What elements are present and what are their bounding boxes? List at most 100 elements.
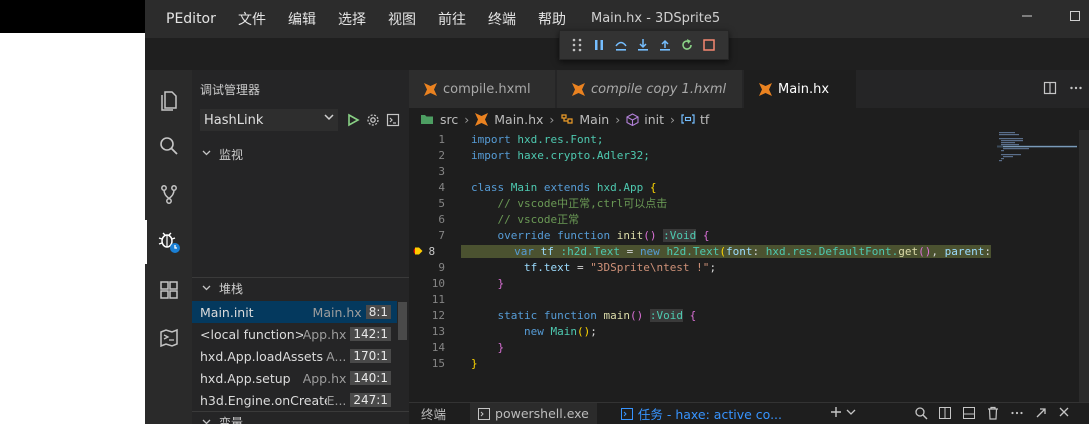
close-icon[interactable] [1058, 406, 1070, 423]
run-debug-icon[interactable] [145, 222, 192, 262]
breadcrumb-item[interactable]: Main [579, 112, 609, 127]
code-line: 12 static function main() :Void { [409, 307, 991, 323]
menu-file[interactable]: 文件 [238, 9, 266, 29]
settings-button[interactable] [363, 111, 383, 129]
line-number: 14 [431, 340, 445, 354]
step-over-button[interactable] [610, 34, 632, 56]
chevron-down-icon[interactable] [846, 406, 856, 423]
stack-frame-file: A... [326, 348, 347, 364]
split-editor-icon[interactable] [1043, 81, 1057, 99]
sidebar-title: 调试管理器 [200, 83, 261, 97]
app-name: PEditor [166, 11, 216, 27]
more-actions-icon[interactable] [1069, 81, 1083, 99]
variables-section-header[interactable]: 变量 [192, 411, 409, 424]
stack-frame-position: 140:1 [350, 371, 391, 385]
stack-section-label: 堆栈 [219, 282, 244, 296]
code-editor[interactable]: 1 import hxd.res.Font; 2 import haxe.cry… [409, 130, 1089, 402]
split-terminal-icon[interactable] [938, 406, 952, 423]
breadcrumb-item[interactable]: Main.hx [494, 112, 543, 127]
stack-frame[interactable]: hxd.App.loadAssets A... 170:1 [192, 345, 397, 367]
breadcrumb-item[interactable]: tf [700, 112, 709, 127]
menu-edit[interactable]: 编辑 [288, 9, 316, 29]
stack-scrollbar[interactable] [398, 302, 407, 340]
search-icon[interactable] [145, 126, 192, 166]
stack-frame-file: Main.hx [312, 304, 362, 320]
restart-button[interactable] [676, 34, 698, 56]
tab-label: compile.hxml [443, 81, 531, 97]
minimize-button[interactable] [1021, 10, 1033, 26]
extensions-icon[interactable] [145, 270, 192, 310]
explorer-icon[interactable] [145, 80, 192, 120]
menu-go[interactable]: 前往 [438, 9, 466, 29]
code-line: 14 } [409, 339, 991, 355]
watch-section-header[interactable]: 监视 [192, 143, 409, 165]
code-line: 3 [409, 163, 991, 179]
chevron-down-icon [202, 148, 211, 160]
start-debugging-button[interactable] [343, 111, 363, 129]
window-title: Main.hx - 3DSprite5 [591, 11, 721, 26]
stack-section-header[interactable]: 堆栈 [192, 277, 409, 299]
tab-actions [1043, 81, 1083, 99]
line-number: 4 [438, 180, 445, 194]
menu-help[interactable]: 帮助 [538, 9, 566, 29]
line-number: 11 [431, 292, 445, 306]
code-line: 15 } [409, 355, 991, 371]
source-control-icon[interactable] [145, 174, 192, 214]
editor-vertical-scrollbar[interactable] [1079, 130, 1089, 402]
tab-main-hx[interactable]: Main.hx [744, 70, 857, 108]
line-number: 13 [431, 324, 445, 338]
search-icon[interactable] [914, 406, 928, 423]
stack-frame[interactable]: Main.init Main.hx 8:1 [192, 301, 397, 323]
maximize-button[interactable] [1069, 10, 1081, 26]
map-icon[interactable] [145, 318, 192, 358]
tab-compile-copy-hxml[interactable]: compile copy 1.hxml [557, 70, 743, 108]
tab-label: Main.hx [778, 81, 830, 97]
line-number: 15 [431, 356, 445, 370]
code-line: 4 class Main extends hxd.App { [409, 179, 991, 195]
breadcrumb-item[interactable]: init [644, 112, 664, 127]
drag-handle-icon[interactable] [566, 34, 588, 56]
trash-icon[interactable] [986, 406, 1000, 423]
add-terminal-icon[interactable] [830, 406, 842, 423]
chevron-right-icon: › [670, 111, 676, 127]
chevron-down-icon [324, 112, 334, 125]
menu-view[interactable]: 视图 [388, 9, 416, 29]
tab-terminal[interactable]: 终端 [421, 404, 446, 423]
step-into-button[interactable] [632, 34, 654, 56]
step-out-button[interactable] [654, 34, 676, 56]
tab-compile-hxml[interactable]: compile.hxml [409, 70, 556, 108]
stack-frame[interactable]: <local function> App.hx 142:1 [192, 323, 397, 345]
layout-icon[interactable] [962, 406, 976, 423]
stop-button[interactable] [698, 34, 720, 56]
maximize-panel-icon[interactable] [1034, 406, 1048, 423]
line-number: 12 [431, 308, 445, 322]
debug-config-select[interactable]: HashLink [200, 109, 338, 131]
code-line: 1 import hxd.res.Font; [409, 131, 991, 147]
minimap[interactable] [997, 130, 1077, 402]
stack-frame[interactable]: hxd.App.setup App.hx 140:1 [192, 367, 397, 389]
terminal-task-label: 任务 - haxe: active co... [637, 407, 782, 422]
stop-icon [703, 39, 715, 51]
chevron-right-icon: › [549, 111, 555, 127]
panel-tabs: 终端 powershell.exe 任务 - haxe: active co..… [409, 402, 1089, 424]
stack-frame[interactable]: h3d.Engine.onCreate E... 247:1 [192, 389, 397, 411]
gear-icon [367, 114, 379, 126]
more-actions-icon[interactable] [1010, 406, 1024, 423]
chevron-down-icon [202, 283, 211, 295]
panel-actions [830, 406, 1070, 423]
debug-console-button[interactable] [383, 111, 403, 129]
desktop-background-strip [0, 0, 145, 33]
breadcrumb-item[interactable]: src [440, 112, 458, 127]
stack-frame-file: E... [326, 392, 347, 408]
debug-pointer-icon [413, 247, 423, 255]
line-number: 6 [438, 212, 445, 226]
menu-terminal[interactable]: 终端 [488, 9, 516, 29]
stack-frame-function: h3d.Engine.onCreate [200, 392, 327, 408]
terminal-icon [620, 407, 633, 420]
terminal-task[interactable]: 任务 - haxe: active co... [620, 404, 782, 423]
menu-selection[interactable]: 选择 [338, 9, 366, 29]
haxe-file-icon [759, 82, 772, 96]
pause-button[interactable] [588, 34, 610, 56]
terminal-powershell[interactable]: powershell.exe [470, 403, 597, 424]
stack-frame-function: <local function> [200, 326, 303, 342]
